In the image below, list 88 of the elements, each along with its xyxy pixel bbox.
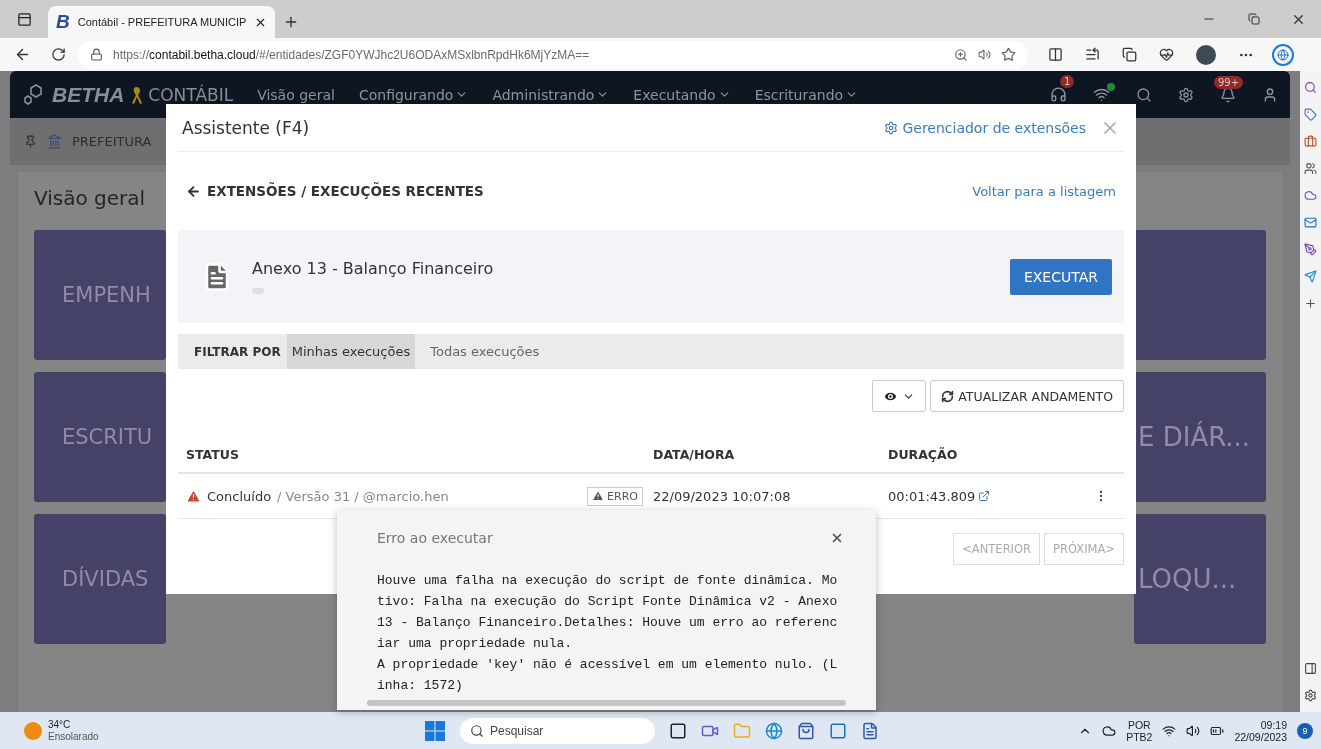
taskbar-search-field[interactable]: Pesquisar (460, 717, 655, 744)
extension-name: Anexo 13 - Balanço Financeiro (252, 259, 495, 278)
briefcase-icon[interactable] (1304, 135, 1317, 148)
settings-icon[interactable] (1304, 689, 1317, 702)
favorites-icon[interactable] (1085, 47, 1100, 62)
filter-label: FILTRAR POR (194, 343, 281, 361)
lock-icon (90, 48, 103, 61)
start-icon[interactable] (424, 719, 446, 742)
split-screen-icon[interactable] (1048, 47, 1063, 62)
extension-manager-link[interactable]: Gerenciador de extensões (884, 119, 1086, 136)
language-indicator[interactable]: POR PTB2 (1126, 718, 1153, 743)
refresh-icon[interactable] (51, 47, 66, 62)
warning-icon (592, 490, 605, 502)
settings-icon[interactable] (1178, 86, 1194, 103)
nav-menu-item[interactable]: Configurando (358, 86, 469, 103)
health-icon[interactable] (1159, 47, 1174, 62)
task-view-icon[interactable] (669, 721, 687, 740)
connection-icon[interactable] (1093, 86, 1110, 103)
bell-icon[interactable] (1220, 86, 1236, 103)
read-aloud-icon[interactable] (978, 48, 991, 61)
refresh-button[interactable]: ATUALIZAR ANDAMENTO (930, 380, 1124, 412)
wifi-icon[interactable] (1162, 723, 1177, 738)
document-icon[interactable] (861, 721, 879, 740)
site-logo: B (56, 11, 70, 33)
column-header: STATUS (186, 447, 240, 462)
search-icon (470, 723, 484, 738)
notification-badge: 99+ (1214, 75, 1244, 89)
favorite-star-icon[interactable] (1001, 47, 1016, 62)
mail-icon[interactable] (1304, 216, 1317, 229)
column-header: DATA/HORA (653, 447, 736, 462)
sun-icon (24, 721, 42, 740)
notification-badge: 1 (1060, 75, 1075, 88)
nav-menu-item[interactable]: Escriturando (754, 86, 859, 103)
app-logo: BETHA CONTÁBIL (22, 82, 234, 107)
send-icon[interactable] (1304, 270, 1317, 283)
status-dot (1107, 83, 1115, 91)
add-icon[interactable] (1304, 297, 1317, 310)
weather-widget[interactable]: 34°C Ensolarado (24, 718, 424, 743)
gear-icon (884, 120, 899, 135)
status-text: Concluído (207, 488, 272, 504)
nav-menu-item[interactable]: Visão geral (257, 86, 335, 103)
cloud-icon[interactable] (1102, 723, 1117, 738)
search-icon[interactable] (1136, 86, 1152, 103)
table-cell: 00:01:43.809 (888, 488, 1094, 504)
run-details: / Versão 31 / @marcio.hen (277, 488, 449, 504)
warning-icon (186, 488, 201, 504)
sidebar-icon[interactable] (1304, 662, 1317, 675)
back-icon[interactable] (14, 46, 31, 63)
filter-tab[interactable]: Minhas execuções (286, 334, 416, 369)
store-icon[interactable] (797, 721, 815, 740)
filter-tab[interactable]: Todas execuções (425, 334, 545, 369)
page-title: Visão geral (34, 186, 146, 210)
people-icon[interactable] (1304, 162, 1317, 175)
search-icon[interactable] (1304, 81, 1317, 94)
building-icon (47, 134, 62, 149)
address-field[interactable]: https://contabil.betha.cloud/#/entidades/ZGF0YWJhc2U6ODAxMSxlbnRpdHk6MjYzMA== (78, 40, 1028, 69)
error-message: Houve uma falha na execução do script de fonte dinâmica. Motivo: Falha na execução do Script Fonte Dinâmica v2 - Anexo 13 - Balanço Financeiro.Detalhes: Houve um erro ao referenciar uma propriedade nula. A propriedade 'key' não é acessível em um elemento nulo. (Linha: 1572) (377, 572, 838, 695)
close-icon[interactable] (830, 531, 844, 545)
volume-icon[interactable] (1186, 723, 1201, 738)
error-button[interactable]: ERRO (587, 486, 643, 506)
pin-icon[interactable] (24, 135, 37, 148)
ribbon-icon (130, 84, 143, 105)
visibility-dropdown[interactable] (872, 380, 927, 412)
browser-icon[interactable] (765, 721, 783, 740)
user-icon[interactable] (1262, 86, 1278, 103)
zoom-icon[interactable] (954, 47, 968, 62)
back-to-list-link[interactable]: Voltar para a listagem (972, 183, 1116, 199)
column-header: DURAÇÃO (888, 447, 959, 462)
refresh-icon (941, 389, 955, 403)
browser-tab[interactable]: B Contábil - PREFEITURA MUNICIP (48, 6, 276, 38)
entity-name: PREFEITURA (72, 134, 152, 149)
execute-button[interactable]: EXECUTAR (1009, 258, 1112, 295)
breadcrumb[interactable]: EXTENSÕES / EXECUÇÕES RECENTES (186, 183, 484, 199)
profile-avatar[interactable] (1196, 44, 1216, 65)
nav-menu-item[interactable]: Administrando (492, 86, 610, 103)
popover-title: Erro ao executar (377, 530, 493, 546)
pen-icon[interactable] (1304, 243, 1317, 256)
tag-icon[interactable] (1304, 108, 1317, 121)
dashboard-tile[interactable] (1134, 230, 1266, 360)
app-icon[interactable] (829, 721, 847, 740)
external-link-icon[interactable] (978, 490, 991, 502)
dialog-title: Assistente (F4) (182, 117, 310, 138)
collections-icon[interactable] (1122, 47, 1137, 62)
nav-menu-item[interactable]: Executando (633, 86, 731, 103)
clock[interactable]: 09:19 22/09/2023 (1234, 718, 1287, 743)
headset-icon[interactable] (1050, 86, 1067, 103)
table-cell-text: 22/09/2023 10:07:08 (653, 488, 792, 504)
notification-count: 9 (1297, 722, 1313, 739)
